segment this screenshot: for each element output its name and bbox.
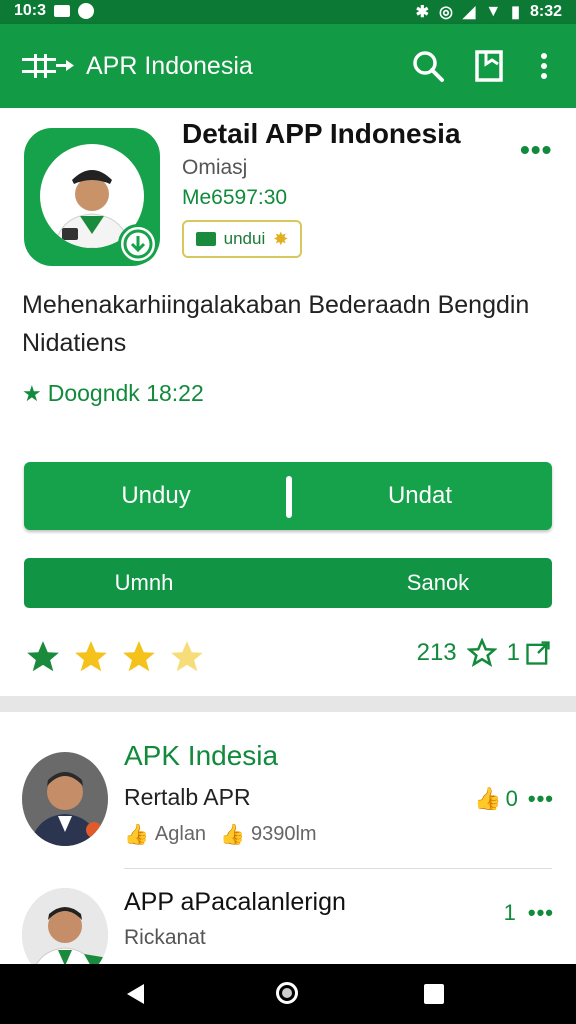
navigation-bar <box>0 964 576 1024</box>
notification-icon <box>78 3 95 19</box>
like-icon[interactable]: 👍 <box>474 786 501 812</box>
app-icon[interactable] <box>24 128 160 266</box>
share-count: 1 <box>506 639 520 666</box>
update-button[interactable]: Undat <box>288 462 552 530</box>
star-icon[interactable] <box>120 638 158 676</box>
download-badge[interactable]: undui ✸ <box>182 220 302 258</box>
wifi-icon: ▼ <box>485 3 502 20</box>
rating-text: Doogndk 18:22 <box>47 380 204 406</box>
primary-button-group: Unduy Undat <box>24 462 552 530</box>
list-item-meta: 👍 Aglan 👍 9390lm <box>124 822 317 847</box>
secondary-left-button[interactable]: Umnh <box>24 558 264 608</box>
meta-right: 9390lm <box>250 823 317 845</box>
secondary-button-group: Umnh Sanok <box>24 558 552 608</box>
message-icon <box>54 5 71 17</box>
recents-icon[interactable] <box>424 984 444 1004</box>
star-icon[interactable] <box>72 638 110 676</box>
app-title: Detail APP Indonesia <box>182 118 461 149</box>
list-item-title[interactable]: APK Indesia <box>124 740 278 772</box>
favorite-star-icon[interactable] <box>466 638 497 668</box>
like-count: 0 <box>505 786 518 811</box>
signal-icon: ◢ <box>463 4 476 21</box>
thumbs-up-icon: 👍 <box>124 824 149 846</box>
avatar[interactable] <box>22 752 108 846</box>
bookmark-icon[interactable] <box>472 48 508 84</box>
badge-label: undui <box>223 229 266 248</box>
app-bar-title: APR Indonesia <box>86 52 253 80</box>
list-item-subtitle: Rertalb APR <box>124 784 251 810</box>
share-icon[interactable] <box>524 639 552 667</box>
app-subtitle: Omiasj <box>182 156 248 179</box>
app-version: Me6597:30 <box>182 186 288 209</box>
back-icon[interactable] <box>124 982 148 1006</box>
rating-stars[interactable] <box>24 638 206 676</box>
alarm-icon: ◎ <box>439 4 453 21</box>
home-icon[interactable] <box>276 982 298 1004</box>
stats-area: 213 1 <box>417 638 552 668</box>
stats-count: 213 <box>416 639 457 666</box>
star-half-icon[interactable] <box>168 638 206 676</box>
list-item-title[interactable]: APP aPacalanlerign <box>124 888 346 917</box>
sparkle-icon: ✸ <box>273 228 289 249</box>
battery-icon: ▮ <box>511 4 520 21</box>
more-options-icon[interactable]: ••• <box>528 900 554 926</box>
install-button[interactable]: Unduy <box>24 462 288 530</box>
star-icon[interactable] <box>24 638 62 676</box>
more-options-icon[interactable]: ••• <box>528 786 554 812</box>
secondary-right-button[interactable]: Sanok <box>324 558 552 608</box>
star-icon: ★ <box>22 380 42 406</box>
section-divider <box>0 696 576 712</box>
status-time-right: 8:32 <box>529 3 562 20</box>
overflow-menu-icon[interactable] <box>526 48 562 84</box>
app-description: Mehenakarhiingalakaban Bederaadn Bengdin… <box>22 291 530 357</box>
list-item-actions: 1 ••• <box>504 900 554 926</box>
status-bar: 10:3 ✱ ◎ ◢ ▼ ▮ 8:32 <box>0 0 576 24</box>
folder-icon <box>195 232 216 246</box>
bluetooth-icon: ✱ <box>415 4 430 21</box>
search-icon[interactable] <box>410 48 446 84</box>
row-divider <box>124 868 552 869</box>
list-item-subtitle: Rickanat <box>124 926 206 949</box>
app-bar: APR Indonesia <box>0 24 576 108</box>
list-item-count: 1 <box>503 900 516 925</box>
list-item-actions: 👍 0 ••• <box>474 786 554 812</box>
more-options-icon[interactable]: ••• <box>520 134 552 166</box>
status-time-left: 10:3 <box>14 2 47 19</box>
menu-icon[interactable] <box>22 50 74 82</box>
download-icon[interactable] <box>118 224 158 264</box>
thumbs-up-icon: 👍 <box>220 824 245 846</box>
rating-line: ★ Doogndk 18:22 <box>22 380 204 407</box>
meta-left: Aglan <box>154 823 207 845</box>
